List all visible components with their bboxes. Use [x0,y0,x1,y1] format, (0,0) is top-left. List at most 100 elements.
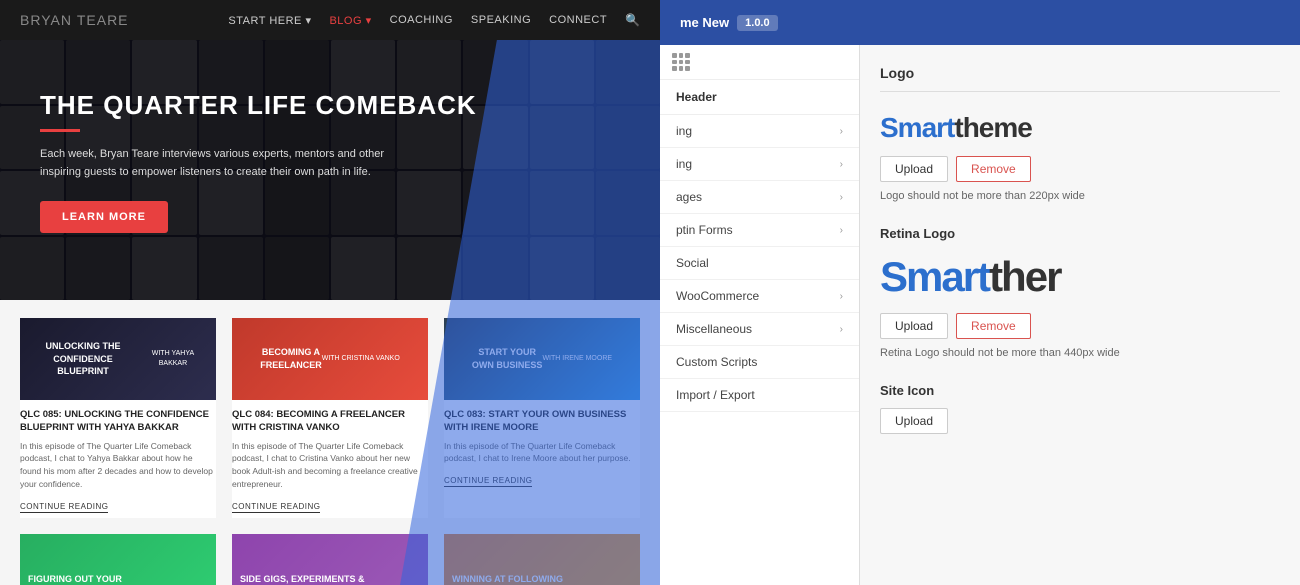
chevron-icon-1: › [840,126,843,137]
retina-remove-button[interactable]: Remove [956,313,1031,339]
post-body-2: QLC 084: BECOMING A FREELANCER WITH CRIS… [232,400,428,518]
grid-dot [679,53,684,58]
smart-logo: Smarttheme [880,112,1280,144]
grid-dot [679,60,684,65]
post-image-bg-2: BECOMING AFREELANCERWITH CRISTINA VANKO [232,318,428,400]
logo-section-title: Logo [880,65,1280,92]
post-excerpt-1: In this episode of The Quarter Life Come… [20,440,216,491]
post-title-1: QLC 085: UNLOCKING THE CONFIDENCE BLUEPR… [20,408,216,435]
menu-item-2[interactable]: ing › [660,148,859,181]
post-card-3: START YOUROWN BUSINESSWITH IRENE MOORE Q… [444,318,640,518]
post-bottom-image-1: FIGURING OUT YOUR [20,534,216,585]
post-image-bg-1: UNLOCKING THECONFIDENCE BLUEPRINTWITH YA… [20,318,216,400]
posts-section: UNLOCKING THECONFIDENCE BLUEPRINTWITH YA… [0,300,660,585]
grid-icon-row [660,45,859,80]
retina-upload-button[interactable]: Upload [880,313,948,339]
customizer-title: me New [680,15,729,30]
nav-coaching[interactable]: COACHING [390,14,453,26]
logo-theme-text: theme [954,112,1031,143]
post-read-more-2[interactable]: CONTINUE READING [232,502,320,513]
retina-hint: Retina Logo should not be more than 440p… [880,347,1280,359]
menu-item-8[interactable]: Custom Scripts [660,346,859,379]
grid-icon [672,53,690,71]
menu-item-label-1: ing [676,124,692,138]
learn-more-button[interactable]: LEARN MORE [40,201,168,233]
menu-item-1[interactable]: ing › [660,115,859,148]
retina-logo-large: Smartther [880,253,1280,301]
hero-content: THE QUARTER LIFE COMEBACK Each week, Bry… [0,40,660,253]
search-icon[interactable]: 🔍 [625,13,640,27]
post-bottom-image-2: SIDE GIGS, EXPERIMENTS & [232,534,428,585]
site-icon-section: Site Icon Upload [880,383,1280,434]
chevron-icon-7: › [840,324,843,335]
post-excerpt-3: In this episode of The Quarter Life Come… [444,440,640,466]
menu-item-4[interactable]: ptin Forms › [660,214,859,247]
post-image-2: BECOMING AFREELANCERWITH CRISTINA VANKO [232,318,428,400]
nav-blog[interactable]: BLOG [329,14,371,27]
logo-smart-text: Smart [880,112,954,143]
menu-item-label-6: WooCommerce [676,289,759,303]
menu-item-7[interactable]: Miscellaneous › [660,313,859,346]
post-body-1: QLC 085: UNLOCKING THE CONFIDENCE BLUEPR… [20,400,216,518]
grid-dot [672,60,677,65]
post-bottom-card-2: SIDE GIGS, EXPERIMENTS & [232,534,428,585]
customizer-content: Logo Smarttheme Upload Remove Logo shoul… [860,45,1300,585]
post-body-3: QLC 083: START YOUR OWN BUSINESS WITH IR… [444,400,640,492]
post-bottom-image-3: WINNING AT FOLLOWING [444,534,640,585]
menu-item-label-5: Social [676,256,709,270]
post-title-3: QLC 083: START YOUR OWN BUSINESS WITH IR… [444,408,640,435]
post-image-3: START YOUROWN BUSINESSWITH IRENE MOORE [444,318,640,400]
customizer-body: Header ing › ing › ages › ptin Forms › S… [660,45,1300,585]
nav-connect[interactable]: CONNECT [549,14,607,26]
nav-start-here[interactable]: START HERE [228,14,311,27]
post-bottom-title-1: FIGURING OUT YOUR [28,574,122,585]
logo-hint: Logo should not be more than 220px wide [880,190,1280,202]
grid-dot [685,53,690,58]
post-bottom-title-3: WINNING AT FOLLOWING [452,574,563,585]
theme-customizer-panel: me New 1.0.0 Header [660,0,1300,585]
retina-logo-preview: Smartther [880,253,1280,301]
menu-section-header: Header [660,80,859,115]
customizer-header: me New 1.0.0 [660,0,1300,45]
post-image-bg-3: START YOUROWN BUSINESSWITH IRENE MOORE [444,318,640,400]
menu-item-5[interactable]: Social [660,247,859,280]
logo-section: Logo Smarttheme Upload Remove Logo shoul… [880,65,1280,202]
grid-dot [679,66,684,71]
post-image-1: UNLOCKING THECONFIDENCE BLUEPRINTWITH YA… [20,318,216,400]
nav-speaking[interactable]: SPEAKING [471,14,531,26]
customizer-menu: Header ing › ing › ages › ptin Forms › S… [660,45,860,585]
site-icon-title: Site Icon [880,383,1280,398]
menu-item-3[interactable]: ages › [660,181,859,214]
grid-dot [672,66,677,71]
site-icon-upload-button[interactable]: Upload [880,408,948,434]
logo-remove-button[interactable]: Remove [956,156,1031,182]
menu-item-label-7: Miscellaneous [676,322,752,336]
hero-section: THE QUARTER LIFE COMEBACK Each week, Bry… [0,40,660,300]
logo-button-group: Upload Remove [880,156,1280,182]
chevron-icon-4: › [840,225,843,236]
menu-item-6[interactable]: WooCommerce › [660,280,859,313]
menu-item-9[interactable]: Import / Export [660,379,859,412]
post-read-more-1[interactable]: CONTINUE READING [20,502,108,513]
retina-button-group: Upload Remove [880,313,1280,339]
blog-navigation: BRYAN TEARE START HERE BLOG COACHING SPE… [0,0,660,40]
post-title-2: QLC 084: BECOMING A FREELANCER WITH CRIS… [232,408,428,435]
retina-logo-title: Retina Logo [880,226,1280,241]
chevron-icon-6: › [840,291,843,302]
menu-item-label-3: ages [676,190,702,204]
post-bottom-title-2: SIDE GIGS, EXPERIMENTS & [240,574,365,585]
logo-second: TEARE [77,12,129,28]
hero-description: Each week, Bryan Teare interviews variou… [40,146,420,181]
chevron-icon-3: › [840,192,843,203]
menu-item-label-8: Custom Scripts [676,355,757,369]
nav-links: START HERE BLOG COACHING SPEAKING CONNEC… [228,13,640,27]
grid-dot [672,53,677,58]
menu-item-label-2: ing [676,157,692,171]
menu-item-label-9: Import / Export [676,388,755,402]
retina-rest-text: ther [989,253,1060,300]
post-card-1: UNLOCKING THECONFIDENCE BLUEPRINTWITH YA… [20,318,216,518]
logo-upload-button[interactable]: Upload [880,156,948,182]
post-card-2: BECOMING AFREELANCERWITH CRISTINA VANKO … [232,318,428,518]
post-read-more-3[interactable]: CONTINUE READING [444,476,532,487]
post-bottom-card-3: WINNING AT FOLLOWING [444,534,640,585]
